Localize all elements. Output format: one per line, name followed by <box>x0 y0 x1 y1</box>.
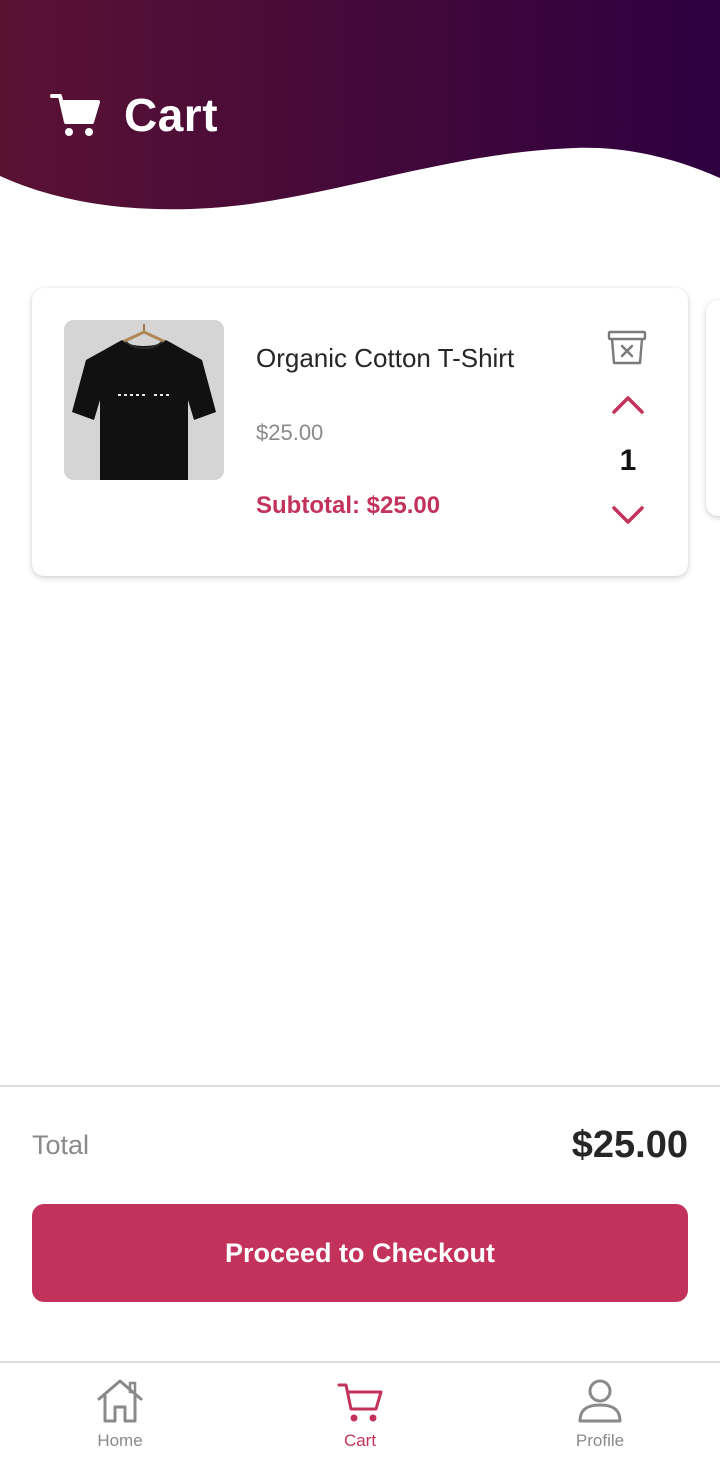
total-label: Total <box>32 1130 90 1160</box>
checkout-button[interactable]: Proceed to Checkout <box>32 1204 688 1302</box>
cart-icon <box>337 1383 383 1422</box>
header: Cart <box>50 88 218 142</box>
nav-item-cart[interactable]: Cart <box>240 1363 480 1457</box>
nav-label-cart: Cart <box>343 1431 377 1450</box>
nav-label-profile: Profile <box>575 1431 625 1450</box>
delete-icon <box>607 330 647 365</box>
user-icon <box>578 1379 622 1423</box>
nav-label-home: Home <box>97 1431 143 1450</box>
product-price: $25.00 <box>256 420 324 445</box>
cart-item-card: Organic Cotton T-Shirt $25.00 Subtotal: … <box>32 288 688 576</box>
summary-divider <box>0 1085 720 1087</box>
home-icon <box>97 1379 143 1423</box>
chevron-up-icon <box>612 396 644 414</box>
nav-item-profile[interactable]: Profile <box>480 1363 720 1457</box>
increase-quantity-button[interactable] <box>608 390 648 420</box>
remove-item-button[interactable] <box>604 328 650 368</box>
nav-item-home[interactable]: Home <box>0 1363 240 1457</box>
bottom-nav: Home Cart Profile <box>0 1363 720 1457</box>
product-image <box>64 320 224 480</box>
cart-screen: Cart Organic Cotton T-Shirt $25.00 Subto… <box>0 0 720 1457</box>
quantity-value: 1 <box>619 444 637 477</box>
total-value: $25.00 <box>571 1124 688 1166</box>
chevron-down-icon <box>612 506 644 524</box>
product-subtotal: Subtotal: $25.00 <box>256 492 441 519</box>
decrease-quantity-button[interactable] <box>608 500 648 530</box>
t-shirt-image <box>64 320 224 480</box>
next-cart-card-peek <box>706 300 720 516</box>
product-name: Organic Cotton T-Shirt <box>256 343 515 373</box>
cart-icon <box>50 94 100 136</box>
page-title: Cart <box>124 89 219 141</box>
